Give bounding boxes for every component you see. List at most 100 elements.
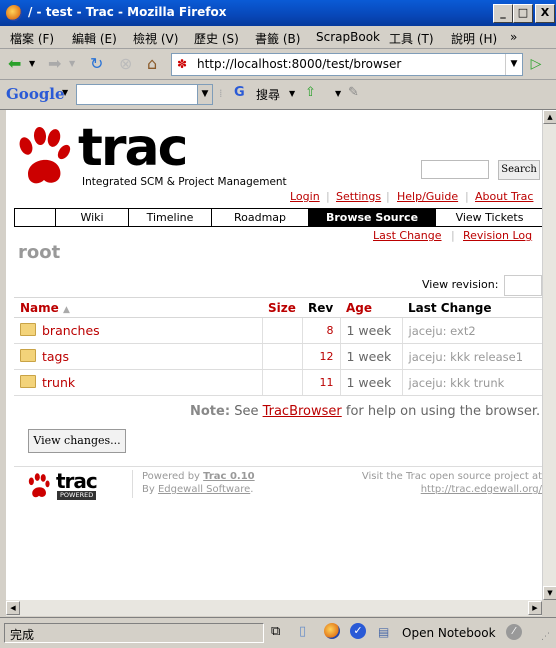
note-label: Note:: [190, 404, 231, 419]
name-cell: branches: [14, 317, 263, 344]
search-input[interactable]: [421, 160, 489, 179]
note-pre-text: See: [234, 404, 259, 419]
visit-text: Visit the Trac open source project at: [361, 471, 542, 482]
url-dropdown-icon[interactable]: ▼: [505, 54, 522, 75]
age-cell[interactable]: 1 week: [340, 317, 403, 344]
size-cell: [262, 343, 303, 370]
login-link[interactable]: Login: [290, 190, 320, 203]
google-search-dropdown-arrow-icon[interactable]: ▼: [289, 89, 295, 98]
window-titlebar: / - test - Trac - Mozilla Firefox _ □ X: [0, 0, 556, 26]
menu-file[interactable]: 檔案 (F): [10, 30, 54, 47]
revision-link[interactable]: 11: [302, 369, 341, 396]
horizontal-scrollbar[interactable]: ◀ ▶: [6, 600, 542, 616]
open-notebook-button[interactable]: Open Notebook: [402, 626, 496, 640]
home-icon[interactable]: ⌂: [147, 54, 157, 74]
trac-logo[interactable]: [16, 124, 72, 193]
page-content: trac Integrated SCM & Project Management…: [6, 110, 542, 600]
revision-log-link[interactable]: Revision Log: [463, 229, 532, 242]
menu-history[interactable]: 歷史 (S): [194, 30, 239, 47]
column-header-size[interactable]: Size: [262, 297, 302, 318]
highlighter-icon[interactable]: ✎: [348, 85, 359, 100]
help-guide-link[interactable]: Help/Guide: [397, 190, 458, 203]
folder-icon: [20, 375, 36, 388]
maximize-button[interactable]: □: [513, 4, 533, 23]
google-search-input[interactable]: [76, 84, 202, 105]
footer-divider: [14, 466, 542, 467]
resize-grip-icon[interactable]: ⋰: [541, 632, 550, 642]
google-logo[interactable]: Google: [6, 85, 65, 103]
directory-link-tags[interactable]: tags: [42, 349, 69, 364]
scroll-down-icon[interactable]: ▼: [543, 586, 556, 600]
footer-logo-text: trac: [56, 469, 98, 493]
tab-browse-source[interactable]: Browse Source: [309, 209, 436, 226]
footer-right: Visit the Trac open source project at ht…: [340, 470, 542, 496]
forward-icon[interactable]: ➡: [48, 54, 61, 74]
sort-ascending-icon: ▲: [62, 304, 70, 315]
tab-timeline[interactable]: Timeline: [129, 209, 212, 226]
go-icon[interactable]: ▷: [526, 54, 546, 74]
tab-view-tickets[interactable]: View Tickets: [436, 209, 542, 226]
view-revision-input[interactable]: [504, 275, 542, 296]
reload-icon[interactable]: ↻: [90, 54, 103, 74]
close-button[interactable]: X: [535, 4, 555, 23]
menu-bookmarks[interactable]: 書籤 (B): [255, 30, 300, 47]
disabled-icon[interactable]: ⁄: [506, 624, 522, 640]
last-change-cell: jaceju: ext2: [402, 317, 542, 344]
forward-dropdown-icon[interactable]: ▼: [69, 54, 75, 74]
tab-blank[interactable]: [15, 209, 56, 226]
vertical-scrollbar[interactable]: ▲ ▼: [542, 110, 556, 600]
age-cell[interactable]: 1 week: [340, 343, 403, 370]
stop-icon[interactable]: ⊗: [119, 54, 132, 74]
firefox-status-icon[interactable]: [324, 623, 340, 639]
back-icon[interactable]: ⬅: [8, 54, 21, 74]
footer-logo-badge: POWERED: [57, 491, 97, 500]
google-g-icon[interactable]: G: [234, 85, 245, 100]
column-header-rev[interactable]: Rev: [302, 297, 340, 318]
scroll-right-icon[interactable]: ▶: [528, 601, 542, 615]
revision-link[interactable]: 12: [302, 343, 341, 370]
menu-help[interactable]: 說明 (H): [451, 30, 497, 47]
google-search-button[interactable]: 搜尋: [256, 86, 280, 103]
menu-scrapbook[interactable]: ScrapBook: [316, 30, 380, 44]
trac-paw-icon: [19, 127, 71, 184]
back-dropdown-icon[interactable]: ▼: [29, 54, 35, 74]
column-header-name[interactable]: Name ▲: [14, 297, 262, 318]
menu-view[interactable]: 檢視 (V): [133, 30, 178, 47]
page-info-icon[interactable]: ⧉: [271, 624, 280, 639]
search-button[interactable]: Search: [498, 160, 540, 180]
menu-overflow[interactable]: »: [510, 30, 517, 44]
tab-roadmap[interactable]: Roadmap: [212, 209, 309, 226]
about-trac-link[interactable]: About Trac: [475, 190, 533, 203]
url-bar[interactable]: ✽ http://localhost:8000/test/browser ▼: [171, 53, 523, 76]
settings-link[interactable]: Settings: [336, 190, 381, 203]
google-up-icon[interactable]: ⇧: [305, 85, 316, 100]
directory-link-trunk[interactable]: trunk: [42, 375, 75, 390]
ctxnav-separator: |: [451, 229, 455, 242]
check-icon[interactable]: ✓: [350, 623, 366, 639]
google-options-dropdown-icon[interactable]: ▼: [335, 89, 341, 98]
menu-tools[interactable]: 工具 (T): [389, 30, 434, 47]
edgewall-link[interactable]: Edgewall Software: [158, 484, 250, 495]
trac-version-link[interactable]: Trac 0.10: [203, 471, 254, 482]
column-header-age[interactable]: Age: [340, 297, 402, 318]
tab-wiki[interactable]: Wiki: [56, 209, 129, 226]
directory-link-branches[interactable]: branches: [42, 323, 100, 338]
menu-edit[interactable]: 編輯 (E): [72, 30, 117, 47]
folder-icon: [20, 323, 36, 336]
notebook-icon: ▤: [378, 625, 390, 639]
scroll-left-icon[interactable]: ◀: [6, 601, 20, 615]
window-title: / - test - Trac - Mozilla Firefox: [28, 5, 227, 19]
google-menu-dropdown-icon[interactable]: ▼: [62, 88, 68, 97]
view-changes-button[interactable]: View changes...: [28, 429, 126, 453]
metanav-separator: |: [465, 190, 469, 203]
url-text: http://localhost:8000/test/browser: [197, 57, 402, 71]
age-cell[interactable]: 1 week: [340, 369, 403, 396]
last-change-link[interactable]: Last Change: [373, 229, 442, 242]
tracbrowser-link[interactable]: TracBrowser: [263, 404, 342, 419]
minimize-button[interactable]: _: [493, 4, 513, 23]
scroll-up-icon[interactable]: ▲: [543, 110, 556, 124]
google-search-dropdown-icon[interactable]: ▼: [197, 84, 213, 105]
revision-link[interactable]: 8: [302, 317, 341, 344]
trac-project-link[interactable]: http://trac.edgewall.org/: [421, 484, 542, 495]
notepad-icon[interactable]: ▯: [299, 624, 306, 639]
